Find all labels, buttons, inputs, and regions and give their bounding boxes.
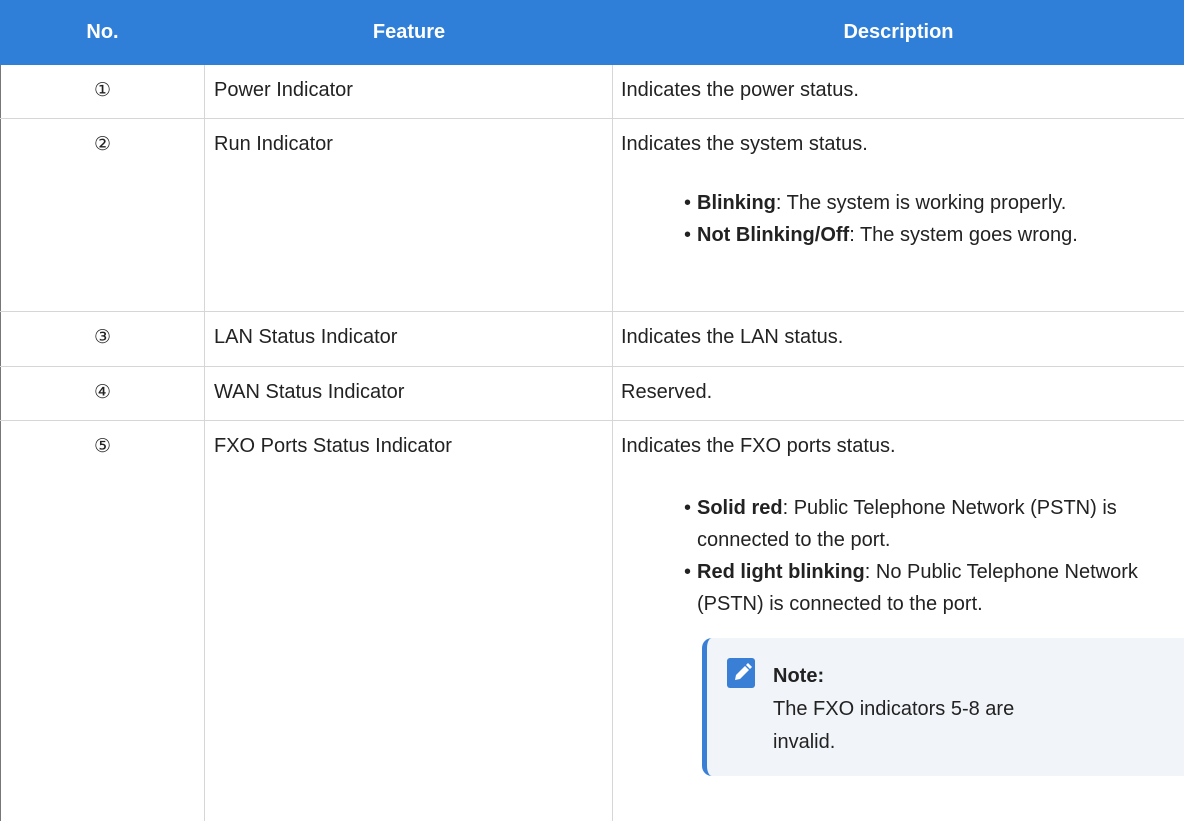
row-feature: LAN Status Indicator [205,312,613,366]
table-row: ① Power Indicator Indicates the power st… [0,65,1184,119]
status-item: Blinking: The system is working properly… [684,187,1184,219]
status-item: Red light blinking: No Public Telephone … [684,556,1184,620]
table-row: ④ WAN Status Indicator Reserved. [0,367,1184,421]
status-term: Not Blinking/Off [697,224,850,246]
pencil-icon [727,658,755,688]
row-description: Indicates the system status. [621,133,868,155]
row-number: ⑤ [0,421,205,821]
table-row: ② Run Indicator Indicates the system sta… [0,119,1184,312]
row-description: Reserved. [621,381,713,403]
header-no: No. [86,21,119,43]
row-number: ① [0,65,205,118]
status-term: Solid red [697,497,783,519]
table-header: No. Feature Description [0,0,1184,65]
status-term: Red light blinking [697,561,865,583]
note-text: The FXO indicators 5-8 are invalid. [773,698,1015,753]
status-term: Blinking [697,192,776,214]
row-number: ② [0,119,205,311]
row-description: Indicates the LAN status. [621,326,844,348]
row-number: ④ [0,367,205,420]
status-text: : The system is working properly. [775,192,1067,214]
row-number: ③ [0,312,205,366]
table-row: ⑤ FXO Ports Status Indicator Indicates t… [0,421,1184,821]
table-row: ③ LAN Status Indicator Indicates the LAN… [0,312,1184,367]
row-description-cell: Indicates the system status. Blinking: T… [613,119,1184,311]
note-box: Note: The FXO indicators 5-8 are invalid… [702,638,1184,776]
row-feature: WAN Status Indicator [205,367,613,420]
row-feature: FXO Ports Status Indicator [205,421,613,821]
row-description: Indicates the power status. [621,79,859,101]
status-list: Solid red: Public Telephone Network (PST… [684,492,1184,620]
status-text: : The system goes wrong. [849,224,1078,246]
header-feature: Feature [372,21,446,43]
row-description-cell: Indicates the FXO ports status. Solid re… [613,421,1184,821]
status-list: Blinking: The system is working properly… [684,187,1184,251]
status-item: Solid red: Public Telephone Network (PST… [684,492,1184,556]
row-description: Indicates the FXO ports status. [621,435,896,457]
status-item: Not Blinking/Off: The system goes wrong. [684,219,1184,251]
note-title: Note: [773,665,825,687]
row-feature: Run Indicator [205,119,613,311]
indicator-table: No. Feature Description ① Power Indicato… [0,0,1184,821]
row-feature: Power Indicator [205,65,613,118]
header-description: Description [843,21,954,43]
